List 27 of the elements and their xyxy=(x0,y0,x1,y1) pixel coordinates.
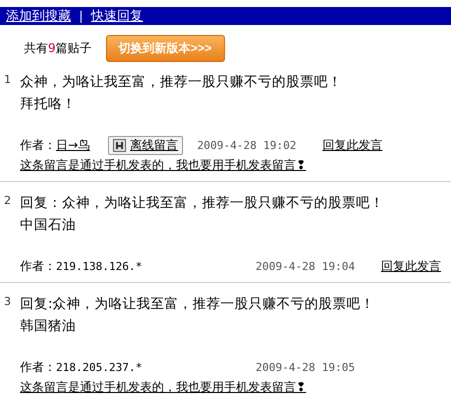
author-label: 作者： xyxy=(20,136,56,154)
reply-link[interactable]: 回复此发言 xyxy=(381,258,451,274)
post-title: 回复:众神，为咯让我至富，推荐一股只赚不亏的股票吧！ xyxy=(20,295,376,314)
post-body: 拜托咯！ xyxy=(20,95,77,114)
author-label: 作者： xyxy=(20,358,56,376)
mobile-post-link[interactable]: 这条留言是通过手机发表的，我也要用手机发表留言❢ xyxy=(20,155,451,175)
author-link[interactable]: 日→鸟 xyxy=(56,136,90,154)
separator: | xyxy=(79,9,84,23)
post-number: 2 xyxy=(3,193,12,209)
post-date: 2009-4-28 19:04 xyxy=(256,260,355,272)
author-label: 作者： xyxy=(20,258,56,274)
author-name: 218.205.237.* xyxy=(56,360,142,374)
post-number: 3 xyxy=(3,294,12,310)
post-date: 2009-4-28 19:05 xyxy=(256,360,355,374)
post-title: 众神，为咯让我至富，推荐一股只赚不亏的股票吧！ xyxy=(20,73,343,92)
add-favorite-link[interactable]: 添加到搜藏 xyxy=(6,7,71,25)
author-name: 219.138.126.* xyxy=(56,260,142,272)
post-body: 韩国猪油 xyxy=(20,317,77,336)
reply-link[interactable]: 回复此发言 xyxy=(322,136,392,154)
post-date: 2009-4-28 19:02 xyxy=(197,138,296,152)
post-count-text: 共有9篇贴子 xyxy=(24,40,92,56)
offline-message-button[interactable]: 离线留言 xyxy=(108,136,184,154)
quick-reply-link[interactable]: 快速回复 xyxy=(91,7,144,25)
post-body: 中国石油 xyxy=(20,216,77,235)
post-number: 1 xyxy=(3,72,12,88)
mobile-post-link[interactable]: 这条留言是通过手机发表的，我也要用手机发表留言❢ xyxy=(20,377,451,397)
post-title: 回复：众神，为咯让我至富，推荐一股只赚不亏的股票吧！ xyxy=(20,194,385,213)
